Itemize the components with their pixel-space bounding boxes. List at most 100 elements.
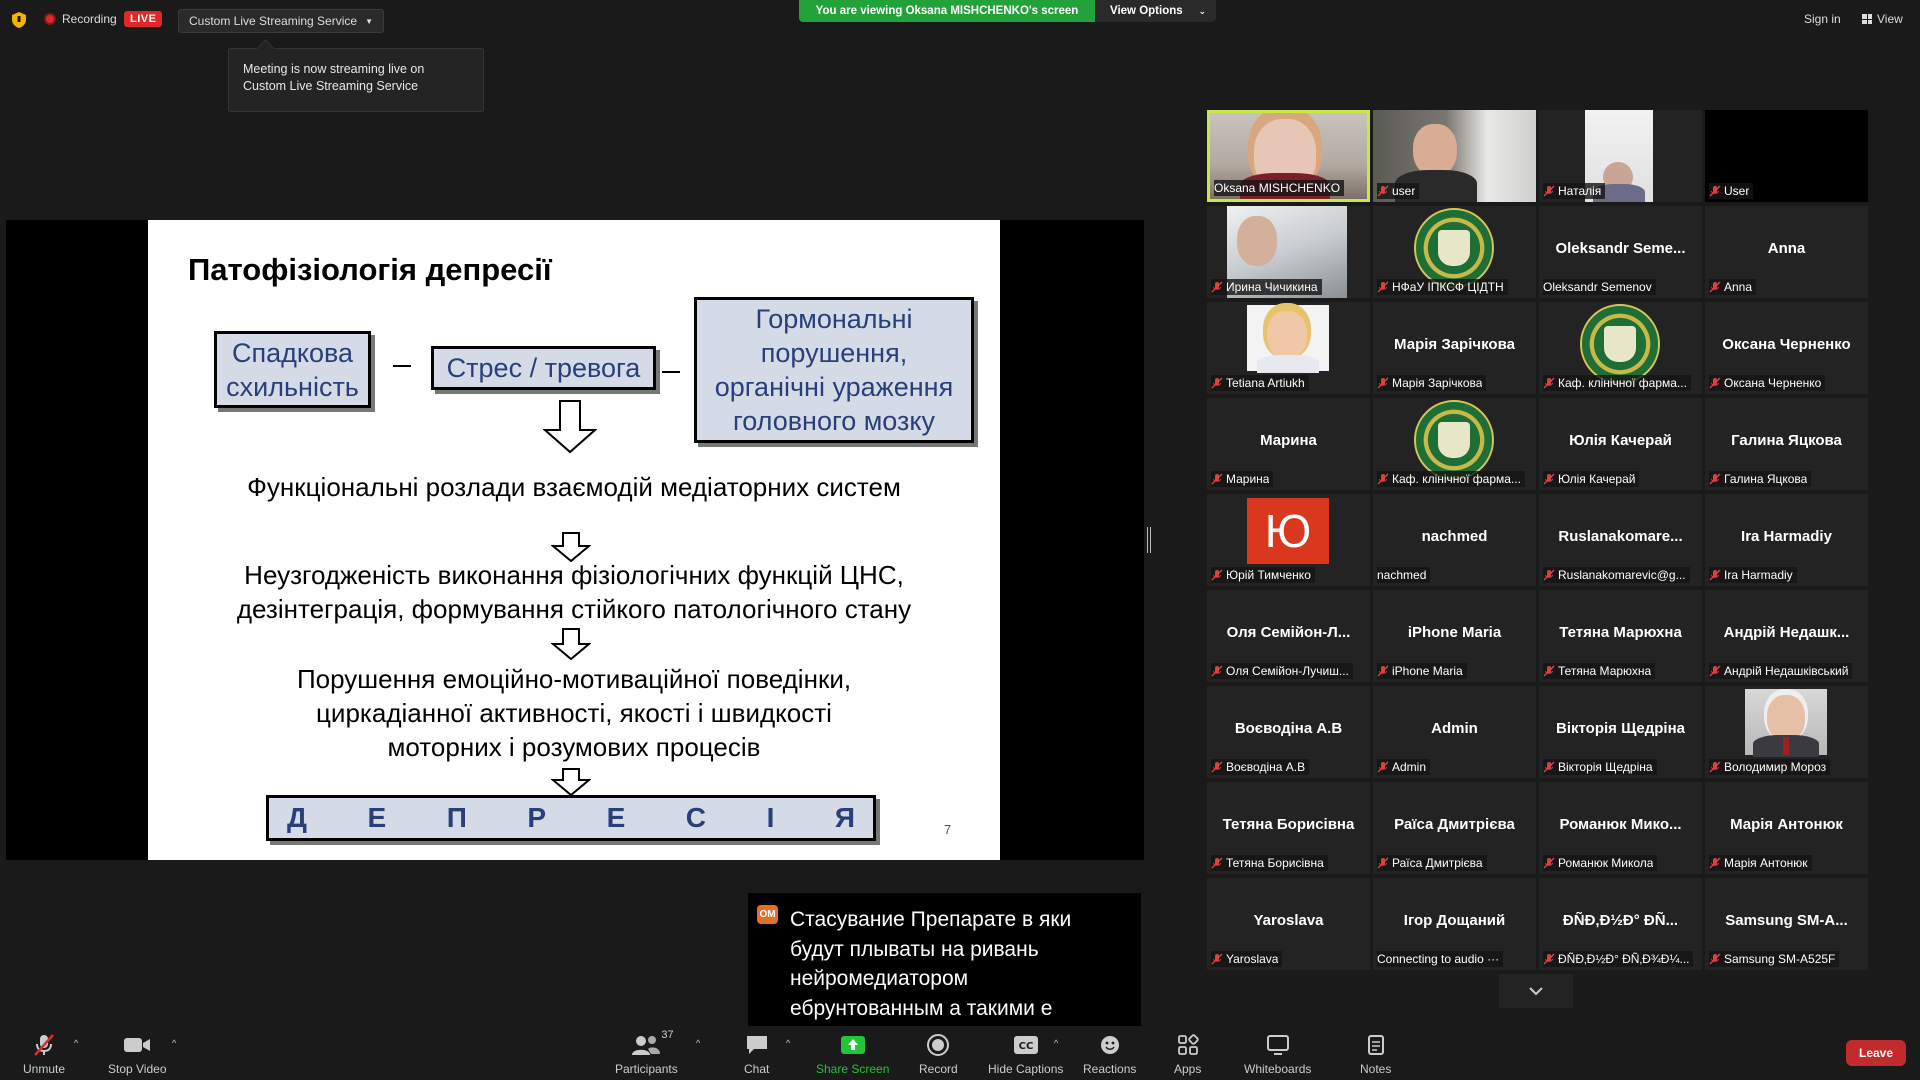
microphone-muted-icon bbox=[1211, 953, 1223, 965]
participant-tile[interactable]: Андрій Недашк... Андрій Недашківський bbox=[1705, 590, 1868, 682]
live-badge[interactable]: LIVE bbox=[124, 11, 163, 27]
participant-tile[interactable]: Admin Admin bbox=[1373, 686, 1536, 778]
notes-button[interactable]: Notes bbox=[1360, 1032, 1391, 1076]
participant-tile[interactable]: Воєводіна А.В Воєводіна А.В bbox=[1207, 686, 1370, 778]
participant-tile[interactable]: Романюк Мико... Романюк Микола bbox=[1539, 782, 1702, 874]
participant-tile[interactable]: Ю Юрій Тимченко bbox=[1207, 494, 1370, 586]
depression-letter: Е bbox=[606, 802, 626, 833]
participant-name: Yaroslava bbox=[1226, 952, 1279, 966]
participants-button[interactable]: 37 Participants bbox=[615, 1029, 678, 1076]
participant-name: Марія Антонюк bbox=[1724, 856, 1808, 870]
participant-name-label: Yaroslava bbox=[1211, 951, 1283, 967]
reactions-button[interactable]: Reactions bbox=[1083, 1032, 1136, 1076]
participant-tile[interactable]: User bbox=[1705, 110, 1868, 202]
participant-display-name: Марія Зарічкова bbox=[1394, 336, 1515, 353]
participant-tile[interactable]: Оля Семійон-Л... Оля Семійон-Лучиш... bbox=[1207, 590, 1370, 682]
participant-display-name: Вікторія Щедріна bbox=[1556, 720, 1685, 737]
participant-name: Галина Яцкова bbox=[1724, 472, 1808, 486]
microphone-muted-icon bbox=[1211, 665, 1223, 677]
participant-tile[interactable]: Володимир Мороз bbox=[1705, 686, 1868, 778]
chat-options-caret[interactable]: ^ bbox=[786, 1038, 790, 1048]
participant-tile[interactable]: Наталія bbox=[1539, 110, 1702, 202]
participant-tile[interactable]: Ruslanakomare... Ruslanakomarevic@g... bbox=[1539, 494, 1702, 586]
sign-in-link[interactable]: Sign in bbox=[1804, 12, 1841, 26]
panel-resize-handle[interactable] bbox=[1147, 527, 1151, 553]
depression-letter: С bbox=[685, 802, 707, 833]
participant-tile[interactable]: Вікторія Щедріна Вікторія Щедріна bbox=[1539, 686, 1702, 778]
participant-tile[interactable]: Oksana MISHCHENKO bbox=[1207, 110, 1370, 202]
depression-letter: П bbox=[446, 802, 467, 833]
participants-count: 37 bbox=[661, 1029, 674, 1041]
record-button[interactable]: Record bbox=[919, 1032, 958, 1076]
participants-options-caret[interactable]: ^ bbox=[696, 1038, 700, 1048]
stream-service-dropdown[interactable]: Custom Live Streaming Service ▼ bbox=[178, 9, 384, 33]
participant-tile[interactable]: Каф. клінічної фарма... bbox=[1373, 398, 1536, 490]
viewing-screen-banner: You are viewing Oksana MISHCHENKO's scre… bbox=[799, 0, 1095, 22]
participant-tile[interactable]: user bbox=[1373, 110, 1536, 202]
participant-name-label: Оксана Черненко bbox=[1709, 375, 1826, 391]
microphone-muted-icon bbox=[1377, 665, 1389, 677]
participant-display-name: Anna bbox=[1767, 240, 1806, 257]
participant-name-label: Юрій Тимченко bbox=[1211, 567, 1315, 583]
chat-button[interactable]: Chat bbox=[744, 1032, 769, 1076]
participant-name: Samsung SM-A525F bbox=[1724, 952, 1836, 966]
stop-video-button[interactable]: Stop Video bbox=[108, 1032, 167, 1076]
participant-name: Тетяна Борисівна bbox=[1226, 856, 1324, 870]
share-screen-button[interactable]: Share Screen bbox=[816, 1032, 889, 1076]
participant-tile[interactable]: Samsung SM-A... Samsung SM-A525F bbox=[1705, 878, 1868, 970]
participant-tile[interactable]: Ігор Дощаний Connecting to audio ··· bbox=[1373, 878, 1536, 970]
apps-button[interactable]: Apps bbox=[1174, 1032, 1201, 1076]
view-button[interactable]: View bbox=[1862, 12, 1903, 26]
participant-tile[interactable]: iPhone Maria iPhone Maria bbox=[1373, 590, 1536, 682]
participant-name-label: Connecting to audio ··· bbox=[1377, 951, 1504, 967]
participant-tile[interactable]: Марія Антонюк Марія Антонюк bbox=[1705, 782, 1868, 874]
whiteboards-button[interactable]: Whiteboards bbox=[1244, 1032, 1311, 1076]
slide-box-depression: ДЕПРЕСІЯ bbox=[266, 795, 876, 841]
participant-tile[interactable]: Ирина Чичикина bbox=[1207, 206, 1370, 298]
captions-options-caret[interactable]: ^ bbox=[1054, 1038, 1058, 1048]
security-shield-icon[interactable] bbox=[12, 12, 26, 28]
video-options-caret[interactable]: ^ bbox=[172, 1038, 176, 1048]
chevron-down-icon: ⌄ bbox=[1198, 5, 1206, 16]
participant-name: Ruslanakomarevic@g... bbox=[1558, 568, 1686, 582]
microphone-muted-icon bbox=[1211, 281, 1223, 293]
participant-name: Оля Семійон-Лучиш... bbox=[1226, 664, 1349, 678]
microphone-muted-icon bbox=[34, 1034, 54, 1056]
participant-tile[interactable]: Тетяна Борисівна Тетяна Борисівна bbox=[1207, 782, 1370, 874]
participant-tile[interactable]: Марина Марина bbox=[1207, 398, 1370, 490]
participant-tile[interactable]: ÐÑÐ‚Ð½Ð° ÐÑ... ÐÑÐ‚Ð½Ð° ÐÑ‚Ð¾Ð¼... bbox=[1539, 878, 1702, 970]
participant-tile[interactable]: Юлія Качерай Юлія Качерай bbox=[1539, 398, 1702, 490]
participant-display-name: Юлія Качерай bbox=[1569, 432, 1672, 449]
participant-tile[interactable]: Марія Зарічкова Марія Зарічкова bbox=[1373, 302, 1536, 394]
participant-tile[interactable]: Oleksandr Seme... Oleksandr Semenov bbox=[1539, 206, 1702, 298]
participant-tile[interactable]: Yaroslava Yaroslava bbox=[1207, 878, 1370, 970]
unmute-button[interactable]: Unmute bbox=[23, 1032, 65, 1076]
view-options-button[interactable]: View Options ⌄ bbox=[1096, 0, 1216, 22]
leave-button[interactable]: Leave bbox=[1846, 1040, 1906, 1066]
participant-tile[interactable]: Тетяна Марюхна Тетяна Марюхна bbox=[1539, 590, 1702, 682]
participant-name-label: Раїса Дмитрієва bbox=[1377, 855, 1487, 871]
connector-dash bbox=[393, 365, 411, 367]
participant-tile[interactable]: НФаУ ІПКСФ ЦІДТН bbox=[1373, 206, 1536, 298]
participant-tile[interactable]: Раїса Дмитрієва Раїса Дмитрієва bbox=[1373, 782, 1536, 874]
participants-icon bbox=[632, 1036, 661, 1055]
share-screen-icon bbox=[840, 1036, 865, 1054]
participant-tile[interactable]: Anna Anna bbox=[1705, 206, 1868, 298]
microphone-muted-icon bbox=[1211, 761, 1223, 773]
participant-tile[interactable]: Каф. клінічної фарма... bbox=[1539, 302, 1702, 394]
recording-indicator[interactable]: Recording bbox=[44, 12, 117, 26]
participant-tile[interactable]: Tetiana Artiukh bbox=[1207, 302, 1370, 394]
participant-name-label: Наталія bbox=[1543, 183, 1606, 199]
closed-captions-icon: CC bbox=[1013, 1036, 1038, 1054]
participant-tile[interactable]: Галина Яцкова Галина Яцкова bbox=[1705, 398, 1868, 490]
gallery-scroll-down-button[interactable] bbox=[1499, 974, 1573, 1008]
participant-name-label: Ira Harmadiy bbox=[1709, 567, 1797, 583]
participant-tile[interactable]: nachmed nachmed bbox=[1373, 494, 1536, 586]
participant-tile[interactable]: Ira Harmadiy Ira Harmadiy bbox=[1705, 494, 1868, 586]
audio-options-caret[interactable]: ^ bbox=[74, 1038, 78, 1048]
participant-tile[interactable]: Оксана Черненко Оксана Черненко bbox=[1705, 302, 1868, 394]
depression-letter: Р bbox=[527, 802, 547, 833]
hide-captions-button[interactable]: CC Hide Captions bbox=[988, 1032, 1063, 1076]
microphone-muted-icon bbox=[1543, 761, 1555, 773]
microphone-muted-icon bbox=[1709, 857, 1721, 869]
